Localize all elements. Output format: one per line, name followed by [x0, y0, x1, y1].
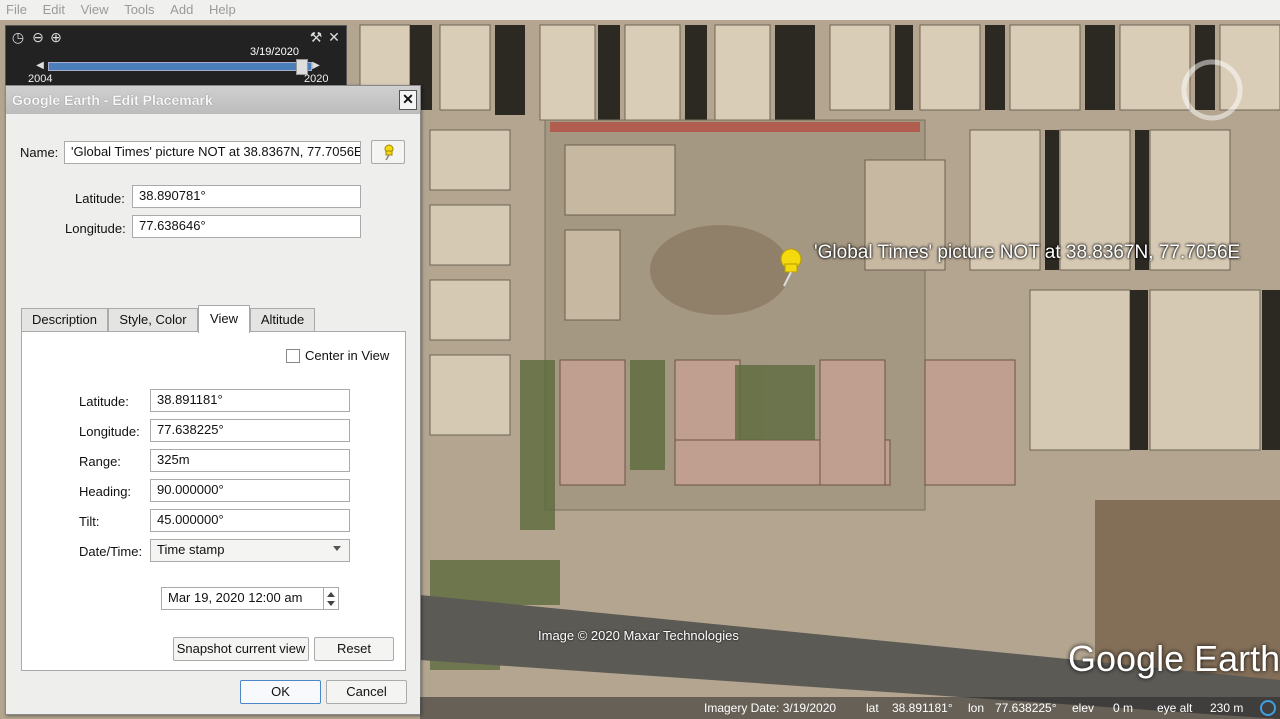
streaming-indicator-icon [1260, 700, 1276, 716]
longitude-field[interactable]: 77.638646° [132, 215, 361, 238]
datetime-select[interactable]: Time stamp [150, 539, 350, 562]
placemark-pin-icon[interactable] [776, 246, 806, 288]
view-tab-panel: Center in View Latitude: 38.891181° Long… [21, 331, 406, 671]
clock-icon[interactable]: ◷ [10, 29, 26, 45]
lon-value: 77.638225° [995, 701, 1057, 715]
eye-alt-label: eye alt [1157, 701, 1193, 715]
dialog-titlebar[interactable]: Google Earth - Edit Placemark ✕ [6, 86, 420, 114]
datetime-label: Date/Time: [79, 544, 143, 559]
tilt-label: Tilt: [79, 514, 100, 529]
name-field[interactable]: 'Global Times' picture NOT at 38.8367N, … [64, 141, 361, 164]
latitude-label: Latitude: [75, 191, 125, 206]
heading-label: Heading: [79, 484, 132, 499]
view-longitude-label: Longitude: [79, 424, 140, 439]
zoom-in-icon[interactable]: ⊕ [48, 29, 64, 45]
cancel-button[interactable]: Cancel [326, 680, 407, 704]
ok-button[interactable]: OK [240, 680, 321, 704]
time-slider-end-year: 2020 [304, 73, 329, 85]
name-label: Name: [20, 145, 59, 160]
center-in-view-label: Center in View [305, 348, 390, 363]
time-slider-start-year: 2004 [28, 73, 53, 85]
tab-view[interactable]: View [198, 305, 250, 333]
menu-file[interactable]: File [0, 0, 33, 20]
step-forward-icon[interactable]: ▶ [308, 58, 324, 74]
reset-button[interactable]: Reset [314, 637, 394, 661]
longitude-label: Longitude: [65, 221, 126, 236]
view-longitude-field[interactable]: 77.638225° [150, 419, 350, 442]
eye-alt-value: 230 m [1210, 701, 1244, 715]
latitude-field[interactable]: 38.890781° [132, 185, 361, 208]
elev-label: elev [1072, 701, 1095, 715]
zoom-out-icon[interactable]: ⊖ [30, 29, 46, 45]
menu-bar: File Edit View Tools Add Help [0, 0, 1280, 20]
placemark-label: 'Global Times' picture NOT at 38.8367N, … [814, 242, 1241, 263]
status-bar: Imagery Date: 3/19/2020 lat 38.891181° l… [420, 697, 1280, 719]
step-back-icon[interactable]: ◀ [32, 58, 48, 74]
time-slider-date: 3/19/2020 [250, 46, 299, 58]
dialog-close-button[interactable]: ✕ [399, 90, 417, 110]
menu-help[interactable]: Help [203, 0, 242, 20]
elev-value: 0 m [1113, 701, 1134, 715]
tab-style-color[interactable]: Style, Color [108, 308, 198, 332]
tilt-field[interactable]: 45.000000° [150, 509, 350, 532]
lat-value: 38.891181° [892, 701, 953, 715]
heading-field[interactable]: 90.000000° [150, 479, 350, 502]
placemark-icon-button[interactable] [371, 140, 405, 164]
tab-altitude[interactable]: Altitude [250, 308, 315, 332]
snapshot-current-view-button[interactable]: Snapshot current view [173, 637, 309, 661]
menu-edit[interactable]: Edit [37, 0, 71, 20]
edit-placemark-dialog: Google Earth - Edit Placemark ✕ Name: 'G… [5, 85, 421, 715]
dialog-title: Google Earth - Edit Placemark [12, 92, 213, 108]
timestamp-value: Mar 19, 2020 12:00 am [168, 590, 303, 605]
range-label: Range: [79, 454, 121, 469]
menu-tools[interactable]: Tools [118, 0, 160, 20]
wrench-icon[interactable]: ⚒ [308, 29, 324, 45]
lon-label: lon [968, 701, 985, 715]
menu-view[interactable]: View [75, 0, 115, 20]
center-in-view-checkbox[interactable] [286, 349, 300, 363]
imagery-copyright: Image © 2020 Maxar Technologies [538, 628, 739, 643]
google-earth-logo: Google Earth [1068, 638, 1280, 679]
view-latitude-field[interactable]: 38.891181° [150, 389, 350, 412]
range-field[interactable]: 325m [150, 449, 350, 472]
tab-description[interactable]: Description [21, 308, 108, 332]
chevron-down-icon [333, 546, 341, 551]
timestamp-field[interactable]: Mar 19, 2020 12:00 am [161, 587, 339, 610]
datetime-select-value: Time stamp [157, 542, 225, 557]
time-slider-panel: ◷ ⊖ ⊕ ⚒ ✕ 3/19/2020 ◀ ▶ 2004 2020 [5, 25, 347, 87]
lat-label: lat [866, 701, 879, 715]
menu-add[interactable]: Add [164, 0, 199, 20]
view-latitude-label: Latitude: [79, 394, 129, 409]
time-slider-track[interactable] [48, 62, 312, 71]
close-icon[interactable]: ✕ [326, 29, 342, 45]
pushpin-icon [384, 144, 394, 161]
spinner-arrows-icon[interactable] [323, 588, 338, 609]
imagery-date: Imagery Date: 3/19/2020 [704, 701, 837, 715]
